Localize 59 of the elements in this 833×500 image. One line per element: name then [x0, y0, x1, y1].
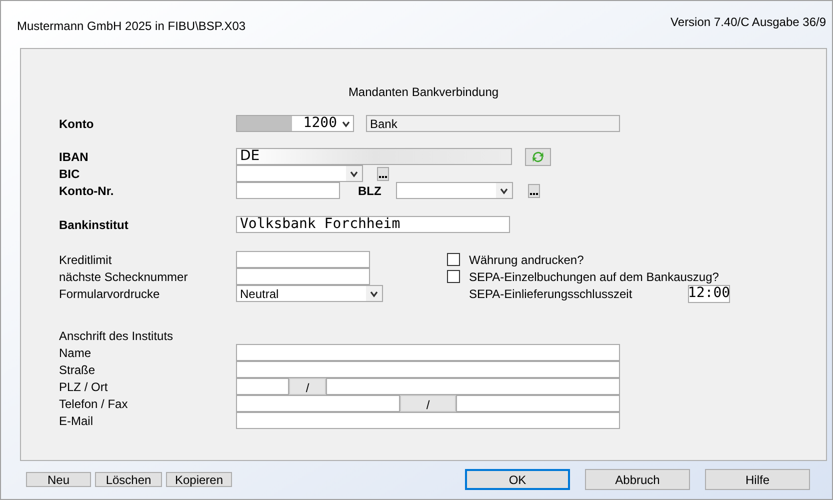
field-label: Konto-Nr.	[59, 182, 115, 200]
field-label: Kreditlimit	[59, 252, 113, 268]
checkbox[interactable]	[447, 253, 460, 266]
dialog-button[interactable]: Hilfe	[705, 469, 810, 490]
input-field[interactable]	[236, 378, 289, 395]
field-label: SEPA-Einzelbuchungen auf dem Bankauszug?	[469, 268, 719, 286]
field-label: PLZ / Ort	[59, 378, 109, 396]
refresh-icon	[531, 150, 545, 164]
ellipsis-icon	[379, 174, 387, 178]
field-label: Telefon / Fax	[59, 396, 129, 412]
field-label: E-Mail	[59, 412, 94, 430]
form-dropdown[interactable]: Neutral	[236, 285, 383, 302]
input-field[interactable]	[236, 182, 340, 199]
field-label: Name	[59, 344, 92, 362]
checkbox[interactable]	[447, 270, 460, 283]
caret-icon	[341, 118, 351, 128]
field-label: Straße	[59, 362, 96, 378]
field-label: BLZ	[358, 182, 382, 200]
ellipsis-button[interactable]	[377, 166, 389, 180]
input-field[interactable]	[236, 251, 370, 268]
field-label: SEPA-Einlieferungsschlusszeit	[469, 286, 634, 302]
version-label: Version 7.40/C Ausgabe 36/9	[670, 14, 826, 31]
input-field[interactable]	[236, 268, 370, 285]
ellipsis-button[interactable]	[528, 184, 540, 198]
action-button[interactable]: Kopieren	[166, 472, 232, 487]
input-field[interactable]	[326, 378, 620, 395]
input-field[interactable]: 12:00	[688, 284, 730, 302]
caret-icon	[369, 288, 379, 298]
input-field[interactable]: Bank	[366, 115, 620, 132]
separator-button[interactable]: /	[289, 378, 326, 395]
bic-dropdown[interactable]	[236, 165, 363, 182]
form-title: Mandanten Bankverbindung	[348, 84, 499, 97]
field-label: nächste Schecknummer	[59, 268, 189, 286]
action-button[interactable]: Neu	[26, 472, 91, 487]
input-field[interactable]	[236, 361, 620, 378]
input-field[interactable]	[236, 412, 620, 429]
account-dropdown[interactable]: 1200	[236, 115, 354, 132]
caret-icon	[349, 168, 359, 178]
field-label: Währung andrucken?	[469, 252, 584, 268]
input-field[interactable]	[236, 344, 620, 361]
field-label: Bankinstitut	[59, 216, 130, 234]
action-button[interactable]: Löschen	[95, 472, 162, 487]
input-field[interactable]: Volksbank Forchheim	[236, 216, 510, 233]
field-label: Anschrift des Instituts	[59, 328, 174, 344]
field-label: Konto	[59, 116, 95, 132]
input-field[interactable]: DE	[236, 148, 512, 165]
dialog-button[interactable]: OK	[465, 469, 570, 490]
input-field[interactable]	[236, 395, 400, 412]
window-title: Mustermann GmbH 2025 in FIBU\BSP.X03	[17, 18, 246, 35]
input-field[interactable]	[456, 395, 620, 412]
field-label: Formularvordrucke	[59, 286, 161, 302]
field-label: IBAN	[59, 148, 90, 166]
field-label: BIC	[59, 166, 81, 182]
caret-icon	[499, 186, 509, 196]
separator-button[interactable]: /	[400, 395, 456, 412]
dialog-button[interactable]: Abbruch	[585, 469, 690, 490]
refresh-button[interactable]	[525, 148, 551, 166]
ellipsis-icon	[530, 192, 538, 194]
blz-dropdown[interactable]	[396, 182, 513, 199]
